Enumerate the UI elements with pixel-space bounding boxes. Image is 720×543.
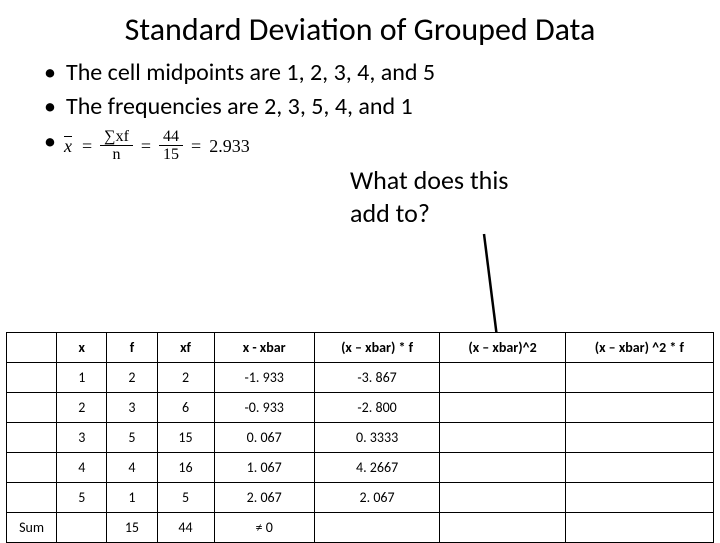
cell: 5: [107, 423, 157, 453]
col-xmxbar-sq: (x – xbar)^2: [440, 333, 565, 363]
cell: [565, 513, 713, 543]
cell: 2: [157, 363, 214, 393]
bullet-dot-icon: •: [44, 91, 66, 123]
table-row: 4 4 16 1. 067 4. 2667: [7, 453, 714, 483]
fraction-1: ∑xf n: [100, 128, 133, 164]
cell: [7, 483, 57, 513]
bullet-2-text: The frequencies are 2, 3, 5, 4, and 1: [66, 91, 690, 123]
cell: 2: [57, 393, 107, 423]
cell: 2: [107, 363, 157, 393]
cell: [314, 513, 439, 543]
bullet-1: • The cell midpoints are 1, 2, 3, 4, and…: [44, 57, 690, 89]
xbar-symbol: x: [62, 134, 74, 158]
equals-sign: =: [139, 134, 153, 158]
bullet-list: • The cell midpoints are 1, 2, 3, 4, and…: [0, 57, 720, 164]
side-question-l1: What does this: [350, 164, 508, 197]
cell: 15: [157, 423, 214, 453]
cell: 1: [107, 483, 157, 513]
cell: -1. 933: [214, 363, 314, 393]
cell: [565, 453, 713, 483]
equals-sign: =: [80, 134, 94, 158]
slide-title: Standard Deviation of Grouped Data: [0, 0, 720, 57]
cell: [7, 363, 57, 393]
cell: [7, 423, 57, 453]
cell: ≠ 0: [214, 513, 314, 543]
cell: [440, 363, 565, 393]
table-row: 3 5 15 0. 067 0. 3333: [7, 423, 714, 453]
equals-sign: =: [189, 134, 203, 158]
cell: 44: [157, 513, 214, 543]
col-x: x: [57, 333, 107, 363]
table-row: 1 2 2 -1. 933 -3. 867: [7, 363, 714, 393]
data-table: x f xf x - xbar (x – xbar) * f (x – xbar…: [6, 332, 714, 543]
cell: 6: [157, 393, 214, 423]
frac2-den: 15: [159, 146, 183, 164]
cell: 2. 067: [214, 483, 314, 513]
cell: [565, 423, 713, 453]
side-question: What does this add to?: [350, 164, 508, 229]
cell: 5: [57, 483, 107, 513]
frac1-den: n: [109, 146, 125, 164]
cell: 3: [107, 393, 157, 423]
cell: 5: [157, 483, 214, 513]
cell: 4. 2667: [314, 453, 439, 483]
cell: [565, 393, 713, 423]
cell: [57, 513, 107, 543]
bullet-1-text: The cell midpoints are 1, 2, 3, 4, and 5: [66, 57, 690, 89]
frac1-num: ∑xf: [100, 128, 133, 147]
sum-label: Sum: [7, 513, 57, 543]
fraction-2: 44 15: [159, 128, 183, 164]
bullet-dot-icon: •: [44, 57, 66, 89]
cell: -2. 800: [314, 393, 439, 423]
cell: [7, 453, 57, 483]
cell: [565, 483, 713, 513]
cell: 0. 067: [214, 423, 314, 453]
table-sum-row: Sum 15 44 ≠ 0: [7, 513, 714, 543]
bullet-2: • The frequencies are 2, 3, 5, 4, and 1: [44, 91, 690, 123]
col-xf: xf: [157, 333, 214, 363]
cell: 3: [57, 423, 107, 453]
formula-result: 2.933: [209, 134, 250, 158]
table-row: 5 1 5 2. 067 2. 067: [7, 483, 714, 513]
col-xmxbar-f: (x – xbar) * f: [314, 333, 439, 363]
col-f: f: [107, 333, 157, 363]
cell: [7, 393, 57, 423]
cell: -3. 867: [314, 363, 439, 393]
cell: [440, 483, 565, 513]
xbar-formula: x = ∑xf n = 44 15 = 2.933: [62, 128, 250, 164]
cell: 4: [57, 453, 107, 483]
table-row: 2 3 6 -0. 933 -2. 800: [7, 393, 714, 423]
table-header-row: x f xf x - xbar (x – xbar) * f (x – xbar…: [7, 333, 714, 363]
cell: 0. 3333: [314, 423, 439, 453]
cell: 4: [107, 453, 157, 483]
cell: [440, 393, 565, 423]
cell: 2. 067: [314, 483, 439, 513]
cell: 1. 067: [214, 453, 314, 483]
cell: 15: [107, 513, 157, 543]
cell: [440, 513, 565, 543]
cell: [565, 363, 713, 393]
cell: -0. 933: [214, 393, 314, 423]
bullet-3: • x = ∑xf n = 44 15 = 2.933: [44, 126, 690, 164]
cell: [440, 453, 565, 483]
col-rowlabel: [7, 333, 57, 363]
col-xmxbar-sq-f: (x – xbar) ^2 * f: [565, 333, 713, 363]
frac2-num: 44: [159, 128, 183, 147]
cell: 1: [57, 363, 107, 393]
cell: 16: [157, 453, 214, 483]
cell: [440, 423, 565, 453]
side-question-l2: add to?: [350, 197, 508, 230]
col-xmxbar: x - xbar: [214, 333, 314, 363]
